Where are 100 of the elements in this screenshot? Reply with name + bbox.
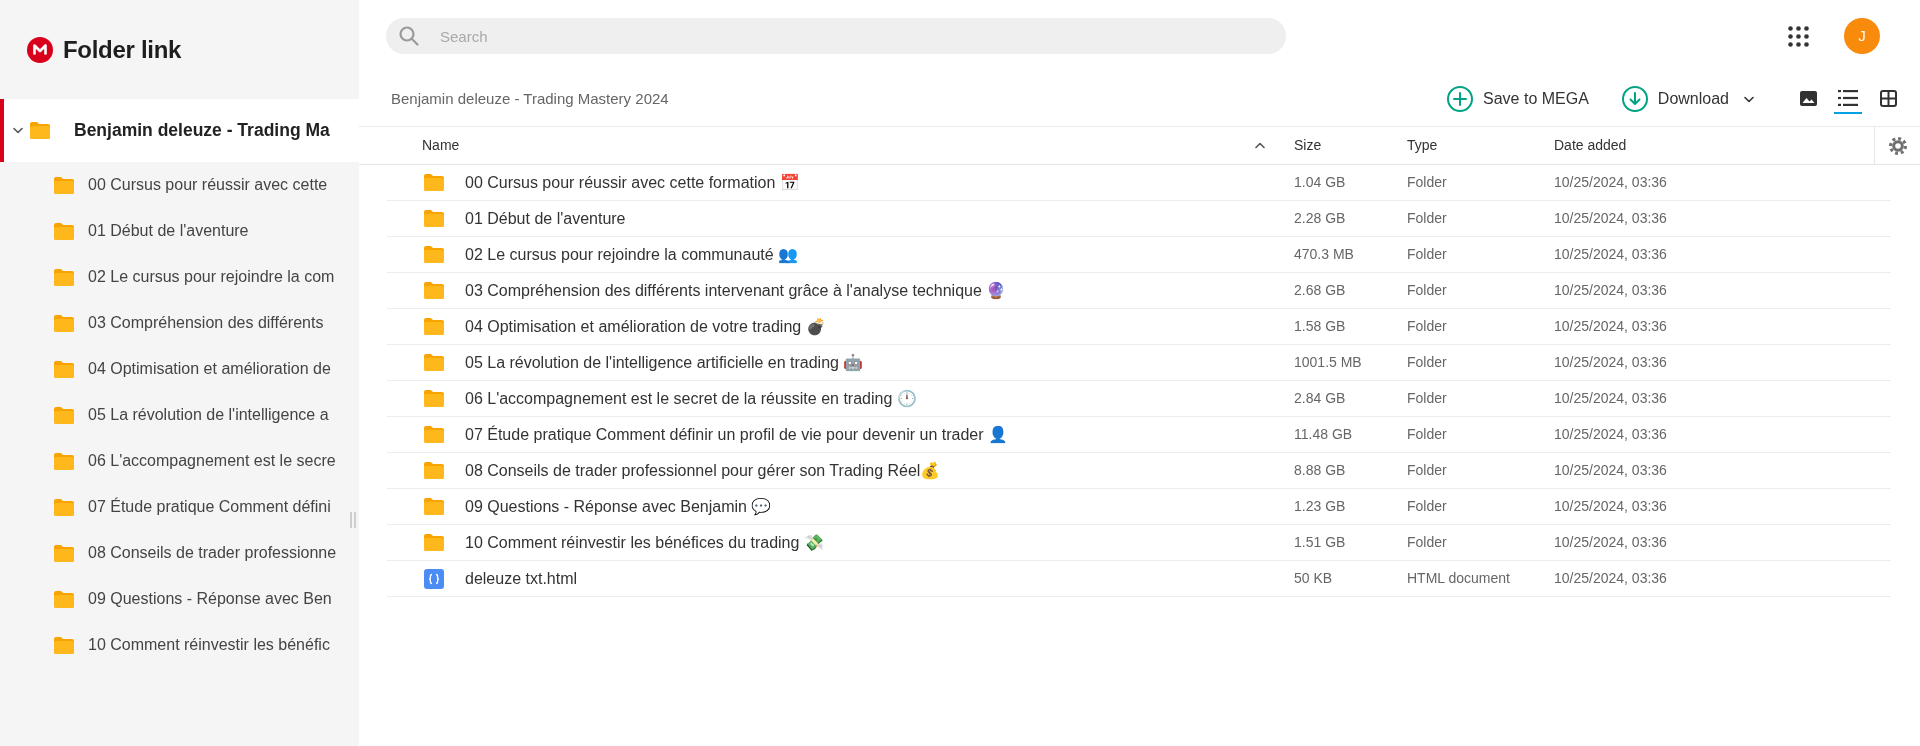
date-added: 10/25/2024, 03:36 xyxy=(1554,354,1667,370)
folder-icon xyxy=(424,282,444,299)
file-name[interactable]: 00 Cursus pour réussir avec cette formation 📅 xyxy=(465,170,800,195)
folder-icon xyxy=(424,534,444,551)
file-name[interactable]: 03 Compréhension des différents intervenant grâce à l'analyse technique 🔮 xyxy=(465,278,1007,303)
file-size: 1.51 GB xyxy=(1294,534,1346,550)
file-type: Folder xyxy=(1407,318,1447,334)
image-icon xyxy=(1799,90,1817,106)
download-button[interactable]: Download xyxy=(1621,86,1754,112)
resize-handle-icon[interactable] xyxy=(350,512,356,528)
tree-item[interactable]: 04 Optimisation et amélioration de xyxy=(0,346,359,392)
date-added: 10/25/2024, 03:36 xyxy=(1554,570,1667,586)
tree-item[interactable]: 05 La révolution de l'intelligence a xyxy=(0,392,359,438)
folder-icon xyxy=(424,498,444,515)
folder-icon xyxy=(424,462,444,479)
date-added: 10/25/2024, 03:36 xyxy=(1554,210,1667,226)
file-size: 2.84 GB xyxy=(1294,390,1346,406)
folder-icon xyxy=(54,544,74,562)
date-added: 10/25/2024, 03:36 xyxy=(1554,246,1667,262)
file-size: 2.28 GB xyxy=(1294,210,1346,226)
tree-item[interactable]: 02 Le cursus pour rejoindre la com xyxy=(0,254,359,300)
tree-item[interactable]: Benjamin deleuze - Trading Ma xyxy=(0,99,359,162)
folder-icon xyxy=(424,354,444,371)
tree-item[interactable]: 06 L'accompagnement est le secre xyxy=(0,438,359,484)
download-icon xyxy=(1621,86,1648,112)
file-size: 1001.5 MB xyxy=(1294,354,1362,370)
file-size: 1.23 GB xyxy=(1294,498,1346,514)
file-type: Folder xyxy=(1407,426,1447,442)
date-added: 10/25/2024, 03:36 xyxy=(1554,498,1667,514)
column-header[interactable]: Date added xyxy=(1554,135,1627,156)
folder-icon xyxy=(54,498,74,516)
file-type: Folder xyxy=(1407,246,1447,262)
file-name[interactable]: deleuze txt.html xyxy=(465,566,578,591)
file-type: Folder xyxy=(1407,498,1447,514)
file-type: Folder xyxy=(1407,210,1447,226)
date-added: 10/25/2024, 03:36 xyxy=(1554,390,1667,406)
date-added: 10/25/2024, 03:36 xyxy=(1554,462,1667,478)
file-name[interactable]: 04 Optimisation et amélioration de votre trading 💣 xyxy=(465,314,826,339)
file-name[interactable]: 06 L'accompagnement est le secret de la réussite en trading 🕛 xyxy=(465,386,917,411)
tree-item[interactable]: 09 Questions - Réponse avec Ben xyxy=(0,576,359,622)
date-added: 10/25/2024, 03:36 xyxy=(1554,426,1667,442)
file-name[interactable]: 09 Questions - Réponse avec Benjamin 💬 xyxy=(465,494,772,519)
app-title: Folder link xyxy=(63,34,182,65)
logo-icon xyxy=(27,36,53,63)
file-size: 50 KB xyxy=(1294,570,1333,586)
tree-item[interactable]: 07 Étude pratique Comment défini xyxy=(0,484,359,530)
file-name[interactable]: 08 Conseils de trader professionnel pour gérer son Trading Réel💰 xyxy=(465,458,941,483)
file-size: 1.58 GB xyxy=(1294,318,1346,334)
folder-icon xyxy=(424,318,444,335)
date-added: 10/25/2024, 03:36 xyxy=(1554,318,1667,334)
folder-icon xyxy=(424,390,444,407)
settings-icon[interactable] xyxy=(1888,136,1907,155)
folder-icon xyxy=(54,176,74,194)
search-field[interactable]: Search xyxy=(386,18,1286,54)
file-size: 8.88 GB xyxy=(1294,462,1346,478)
file-size: 470.3 MB xyxy=(1294,246,1354,262)
file-type: Folder xyxy=(1407,174,1447,190)
folder-icon xyxy=(424,174,444,191)
file-type: HTML document xyxy=(1407,570,1510,586)
file-name[interactable]: 10 Comment réinvestir les bénéfices du trading 💸 xyxy=(465,530,824,555)
list-icon xyxy=(1838,90,1858,106)
tree-item[interactable]: 03 Compréhension des différents xyxy=(0,300,359,346)
folder-icon xyxy=(54,636,74,654)
file-size: 1.04 GB xyxy=(1294,174,1346,190)
apps-grid-icon[interactable] xyxy=(1788,25,1809,47)
folder-icon xyxy=(424,246,444,263)
file-name[interactable]: 07 Étude pratique Comment définir un profil de vie pour devenir un trader 👤 xyxy=(465,422,1008,447)
folder-icon xyxy=(54,590,74,608)
folder-icon xyxy=(424,426,444,443)
file-name[interactable]: 02 Le cursus pour rejoindre la communauté 👥 xyxy=(465,242,799,267)
column-header[interactable]: Name xyxy=(422,135,1265,156)
column-header[interactable]: Size xyxy=(1294,135,1322,156)
file-name[interactable]: 01 Début de l'aventure xyxy=(465,206,626,231)
grid-icon xyxy=(1879,89,1897,107)
date-added: 10/25/2024, 03:36 xyxy=(1554,174,1667,190)
column-header[interactable]: Type xyxy=(1407,135,1438,156)
folder-icon xyxy=(54,268,74,286)
file-size: 11.48 GB xyxy=(1294,426,1353,442)
folder-path: Benjamin deleuze - Trading Mastery 2024 xyxy=(391,88,669,109)
file-name[interactable]: 05 La révolution de l'intelligence artificielle en trading 🤖 xyxy=(465,350,864,375)
file-type: Folder xyxy=(1407,462,1447,478)
file-size: 2.68 GB xyxy=(1294,282,1346,298)
tree-item[interactable]: 10 Comment réinvestir les bénéfic xyxy=(0,622,359,668)
tree-item[interactable]: 00 Cursus pour réussir avec cette xyxy=(0,162,359,208)
file-type: Folder xyxy=(1407,390,1447,406)
save-button[interactable]: Save to MEGA xyxy=(1447,86,1589,112)
date-added: 10/25/2024, 03:36 xyxy=(1554,282,1667,298)
tree-item[interactable]: 08 Conseils de trader professionne xyxy=(0,530,359,576)
tree-item[interactable]: 01 Début de l'aventure xyxy=(0,208,359,254)
file-type: Folder xyxy=(1407,534,1447,550)
file-type: Folder xyxy=(1407,282,1447,298)
folder-icon xyxy=(54,406,74,424)
date-added: 10/25/2024, 03:36 xyxy=(1554,534,1667,550)
folder-icon xyxy=(54,222,74,240)
folder-icon xyxy=(54,452,74,470)
folder-icon xyxy=(424,210,444,227)
code-file-icon xyxy=(424,568,444,589)
folder-icon xyxy=(30,122,50,139)
folder-icon xyxy=(54,314,74,332)
file-type: Folder xyxy=(1407,354,1447,370)
